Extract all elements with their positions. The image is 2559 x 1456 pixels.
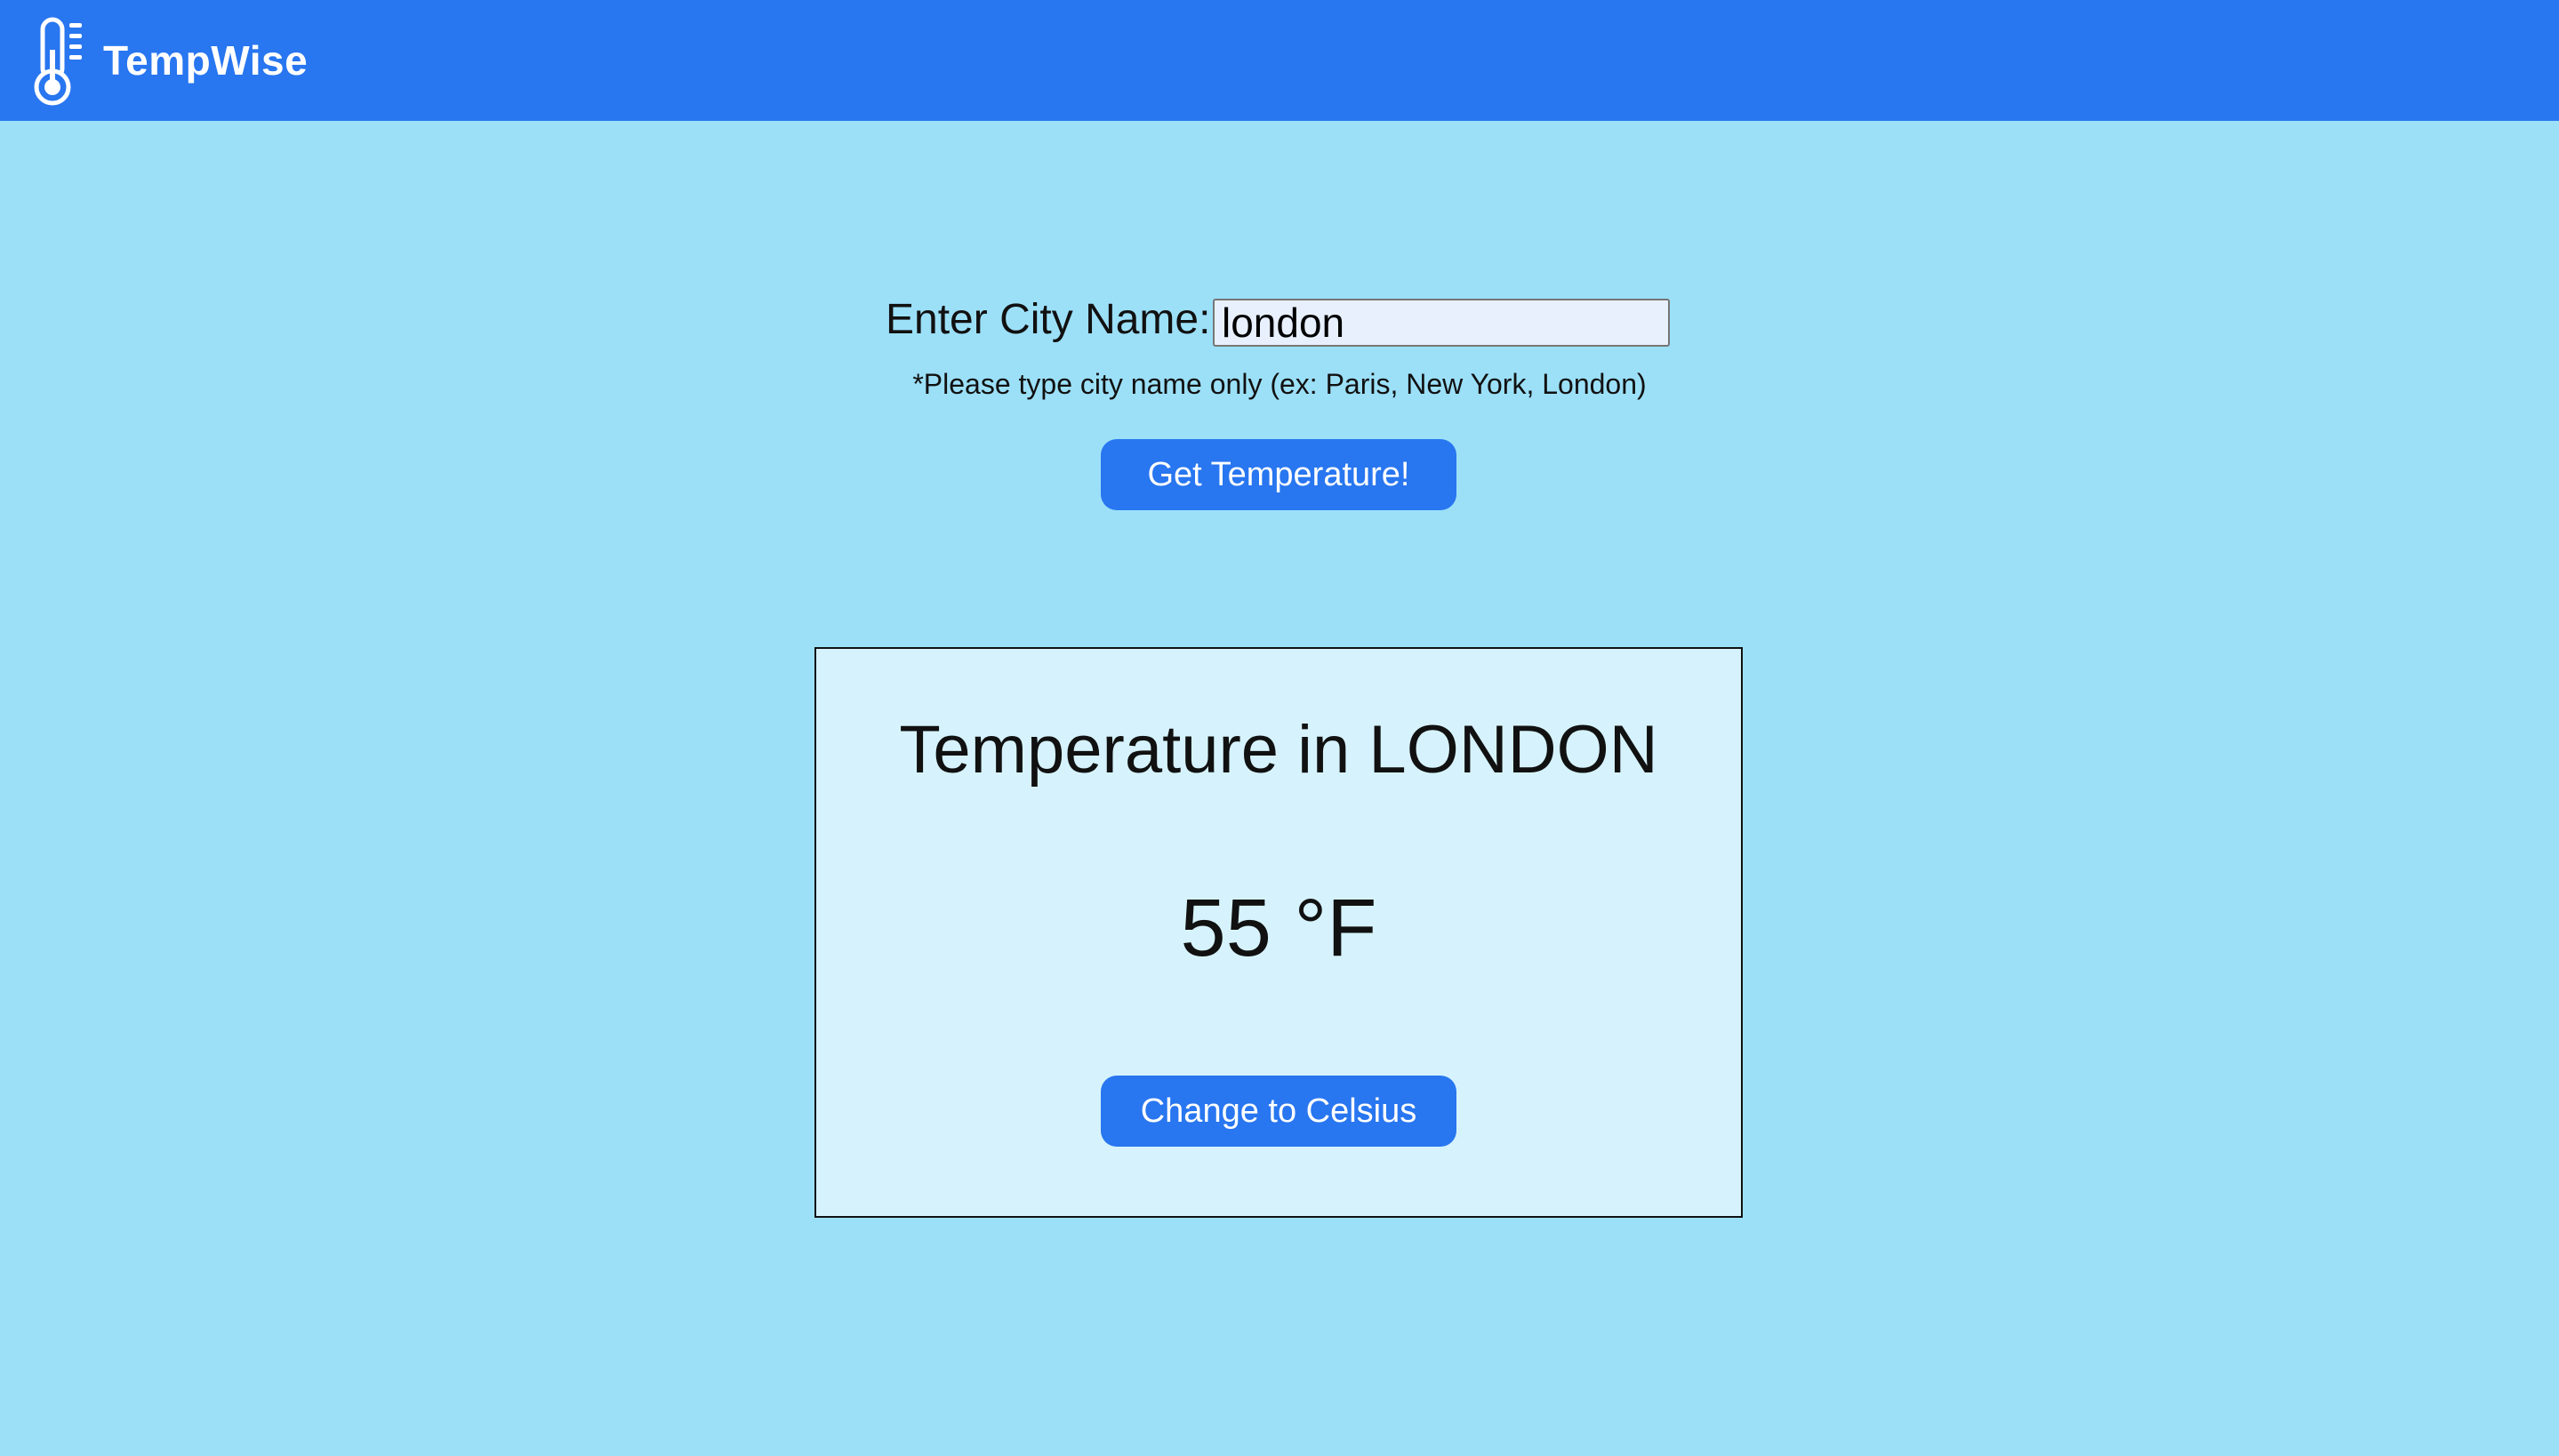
change-to-celsius-button[interactable]: Change to Celsius <box>1101 1076 1456 1147</box>
brand-name: TempWise <box>103 37 309 84</box>
city-search-form: Enter City Name: <box>0 293 2559 347</box>
temperature-value: 55 °F <box>1180 883 1377 973</box>
brand-link[interactable]: TempWise <box>30 11 308 110</box>
thermometer-icon <box>34 17 82 106</box>
temperature-result-card: Temperature in LONDON 55 °F Change to Ce… <box>814 647 1743 1218</box>
city-name-input[interactable] <box>1213 299 1670 347</box>
city-input-hint: *Please type city name only (ex: Paris, … <box>912 368 1647 400</box>
get-temperature-button[interactable]: Get Temperature! <box>1101 439 1456 510</box>
navbar: TempWise <box>0 0 2559 121</box>
city-name-label: Enter City Name: <box>886 296 1211 343</box>
result-title: Temperature in LONDON <box>899 712 1658 788</box>
